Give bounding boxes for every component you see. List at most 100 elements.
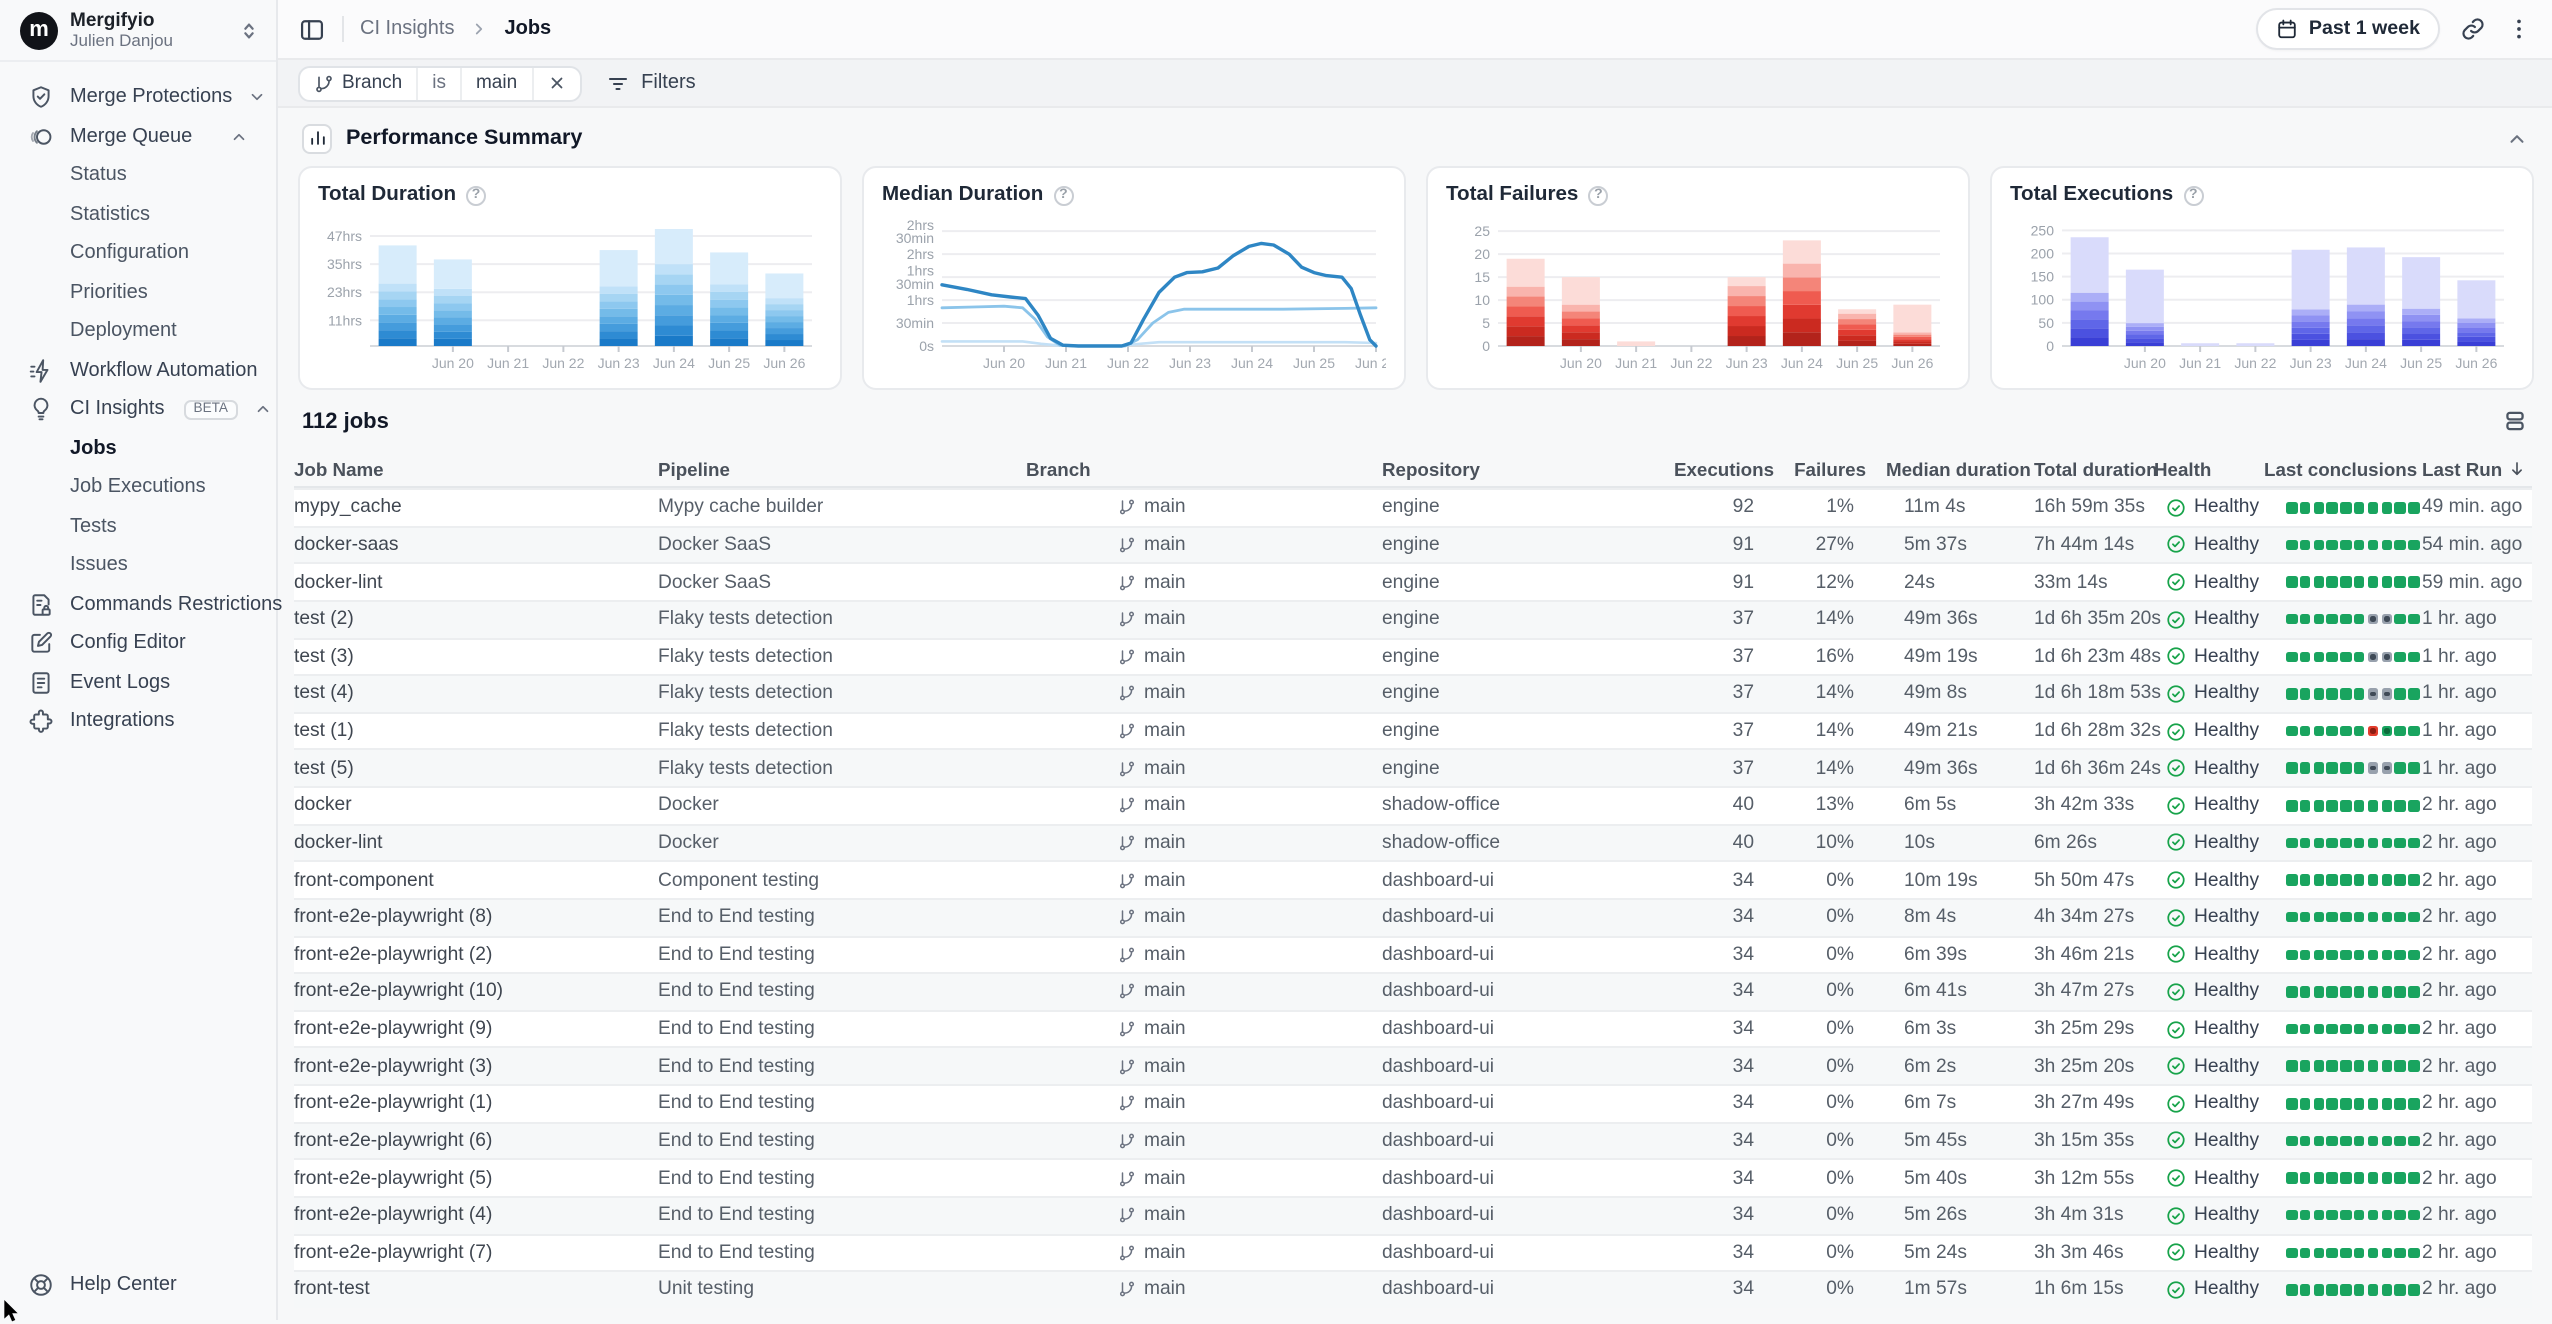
sidebar-item-deployment[interactable]: Deployment [12,312,264,351]
table-row[interactable]: mypy_cache Mypy cache builder main engin… [294,488,2532,525]
total-duration-cell: 1h 6m 15s [1982,1279,2130,1301]
sidebar-toggle-button[interactable] [298,15,326,43]
conclusion-square [2286,949,2297,960]
filter-field[interactable]: Branch [300,67,416,99]
org-switcher[interactable]: m Mergifyio Julien Danjou [0,0,276,62]
filter-operator[interactable]: is [416,67,460,99]
sidebar-item-event-logs[interactable]: Event Logs [12,663,264,702]
table-row[interactable]: front-e2e-playwright (9) End to End test… [294,1010,2532,1047]
column-header-health[interactable]: Health [2130,457,2250,479]
conclusion-square [2340,912,2351,923]
table-row[interactable]: docker-saas Docker SaaS main engine 91 2… [294,525,2532,562]
help-icon[interactable]: ? [2183,185,2203,205]
table-row[interactable]: front-e2e-playwright (3) End to End test… [294,1047,2532,1084]
collapse-section-button[interactable] [2506,127,2528,149]
column-header-last-conclusions[interactable]: Last conclusions [2250,457,2422,479]
conclusion-square [2313,614,2324,625]
sidebar-item-help-center[interactable]: Help Center [12,1265,264,1304]
table-row[interactable]: front-e2e-playwright (1) End to End test… [294,1084,2532,1121]
repository-cell: dashboard-ui [1382,1055,1654,1077]
sidebar-item-tests[interactable]: Tests [12,507,264,546]
sidebar-item-integrations[interactable]: Integrations [12,702,264,741]
table-row[interactable]: front-e2e-playwright (2) End to End test… [294,935,2532,972]
last-run-cell: 59 min. ago [2422,571,2532,593]
filters-button[interactable]: Filters [605,71,695,95]
git-branch-icon [1118,648,1136,666]
sidebar-item-config-editor[interactable]: Config Editor [12,624,264,663]
column-header-branch[interactable]: Branch [1026,457,1382,479]
repository-cell: dashboard-ui [1382,981,1654,1003]
conclusion-square [2395,502,2406,513]
table-row[interactable]: front-e2e-playwright (7) End to End test… [294,1233,2532,1270]
conclusion-square [2368,651,2379,662]
sidebar-item-merge-protections[interactable]: Merge Protections [12,78,264,117]
column-header-pipeline[interactable]: Pipeline [658,457,1026,479]
sidebar-item-job-executions[interactable]: Job Executions [12,468,264,507]
more-options-button[interactable] [2506,16,2532,42]
table-row[interactable]: docker-lint Docker SaaS main engine 91 1… [294,563,2532,600]
lifebuoy-icon [28,1272,54,1298]
table-row[interactable]: docker Docker main shadow-office 40 13% … [294,786,2532,823]
conclusion-square [2313,502,2324,513]
conclusion-square [2354,875,2365,886]
column-header-repository[interactable]: Repository [1382,457,1654,479]
date-range-button[interactable]: Past 1 week [2257,8,2440,50]
table-row[interactable]: test (2) Flaky tests detection main engi… [294,600,2532,637]
git-branch-icon [1118,685,1136,703]
table-row[interactable]: front-test Unit testing main dashboard-u… [294,1270,2532,1307]
column-header-last-run[interactable]: Last Run [2422,457,2532,479]
table-row[interactable]: test (4) Flaky tests detection main engi… [294,674,2532,711]
table-row[interactable]: test (5) Flaky tests detection main engi… [294,749,2532,786]
column-header-job-name[interactable]: Job Name [294,457,658,479]
table-row[interactable]: test (3) Flaky tests detection main engi… [294,637,2532,674]
median-duration-cell: 10s [1870,832,1982,854]
table-row[interactable]: docker-lint Docker main shadow-office 40… [294,823,2532,860]
health-cell: Healthy [2130,944,2250,966]
sidebar-item-statistics[interactable]: Statistics [12,195,264,234]
sidebar-item-configuration[interactable]: Configuration [12,234,264,273]
conclusion-square [2300,651,2311,662]
branch-cell: main [1026,646,1382,668]
column-header-executions[interactable]: Executions [1654,457,1782,479]
conclusion-square [2381,763,2392,774]
conclusion-square [2381,1098,2392,1109]
edit-icon [28,631,54,657]
table-row[interactable]: front-e2e-playwright (4) End to End test… [294,1196,2532,1233]
table-row[interactable]: front-e2e-playwright (5) End to End test… [294,1159,2532,1196]
help-icon[interactable]: ? [466,185,486,205]
table-row[interactable]: front-component Component testing main d… [294,861,2532,898]
sidebar-item-issues[interactable]: Issues [12,546,264,585]
table-row[interactable]: test (1) Flaky tests detection main engi… [294,712,2532,749]
sidebar-item-status[interactable]: Status [12,156,264,195]
column-header-total-duration[interactable]: Total duration [1982,457,2130,479]
last-conclusions-cell [2250,1247,2422,1258]
filter-remove-button[interactable] [531,67,579,99]
filter-value[interactable]: main [460,67,531,99]
column-header-median-duration[interactable]: Median duration [1870,457,1982,479]
branch-cell: main [1026,1130,1382,1152]
conclusion-square [2313,763,2324,774]
share-link-button[interactable] [2460,16,2486,42]
table-row[interactable]: front-e2e-playwright (8) End to End test… [294,898,2532,935]
median-duration-cell: 49m 36s [1870,608,1982,630]
conclusion-square [2300,837,2311,848]
table-view-toggle-button[interactable] [2502,408,2528,434]
sidebar-item-priorities[interactable]: Priorities [12,273,264,312]
sidebar-item-workflow-automation[interactable]: Workflow Automation [12,351,264,390]
sidebar-item-jobs[interactable]: Jobs [12,429,264,468]
breadcrumb-section[interactable]: CI Insights [360,18,455,40]
table-row[interactable]: front-e2e-playwright (6) End to End test… [294,1121,2532,1158]
conclusion-square [2340,651,2351,662]
sidebar-item-commands-restrictions[interactable]: Commands Restrictions [12,585,264,624]
git-branch-icon [1118,1169,1136,1187]
column-header-failures[interactable]: Failures [1782,457,1870,479]
conclusion-square [2408,651,2419,662]
help-icon[interactable]: ? [1053,185,1073,205]
conclusion-square [2381,539,2392,550]
pipeline-cell: End to End testing [658,1018,1026,1040]
sidebar-item-ci-insights[interactable]: CI Insights BETA [12,390,264,429]
table-row[interactable]: front-e2e-playwright (10) End to End tes… [294,972,2532,1009]
help-icon[interactable]: ? [1588,185,1608,205]
sidebar-item-merge-queue[interactable]: Merge Queue [12,117,264,156]
last-conclusions-cell [2250,1173,2422,1184]
